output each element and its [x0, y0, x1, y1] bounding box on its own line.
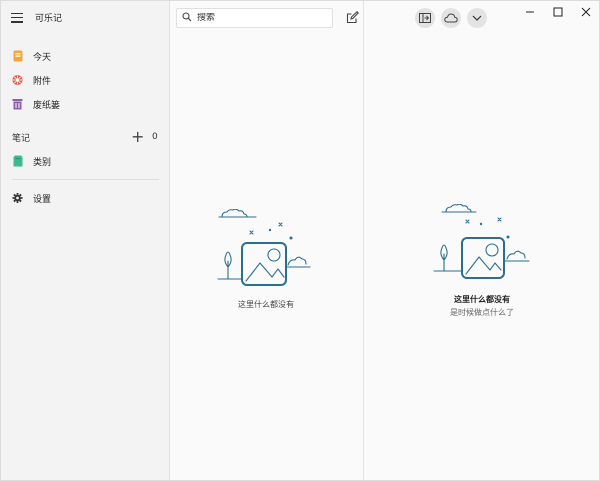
empty-illustration	[433, 204, 530, 279]
cloud-icon	[444, 13, 458, 23]
sidebar-item-label: 废纸篓	[33, 100, 61, 111]
sidebar-item-category[interactable]: 类别	[1, 149, 169, 173]
panel-toggle-button[interactable]	[415, 8, 435, 28]
empty-state: 这里什么都没有 是时候做点什么了	[430, 204, 534, 318]
notes-count: 0	[152, 132, 158, 142]
empty-state-title: 这里什么都没有	[238, 300, 294, 309]
sidebar-item-attachments[interactable]: 附件	[1, 68, 169, 92]
sidebar-item-label: 设置	[33, 194, 52, 205]
sidebar-panel-icon	[419, 13, 431, 23]
empty-state: 这里什么都没有	[216, 209, 316, 310]
sidebar-item-settings[interactable]: 设置	[1, 186, 169, 210]
note-list-pane: 这里什么都没有	[170, 1, 364, 480]
tag-icon	[12, 155, 23, 167]
empty-state-title: 这里什么都没有	[454, 295, 510, 304]
empty-illustration	[217, 209, 311, 286]
close-icon	[581, 7, 591, 17]
sidebar-item-label: 附件	[33, 76, 52, 87]
empty-state-subtitle: 是时候做点什么了	[450, 308, 514, 317]
sidebar-item-trash[interactable]: 废纸篓	[1, 92, 169, 116]
menu-icon[interactable]	[11, 12, 23, 23]
sidebar-nav: 今天 附件 废纸篓	[1, 44, 169, 116]
minimize-icon	[526, 11, 534, 13]
app-title: 可乐记	[35, 14, 63, 24]
minimize-button[interactable]	[517, 4, 543, 20]
attachment-icon	[12, 74, 23, 86]
notes-section-header: 笔记 + 0	[1, 125, 169, 149]
search-icon	[182, 11, 192, 25]
maximize-button[interactable]	[545, 4, 571, 20]
trash-icon	[12, 98, 23, 110]
sidebar-item-today[interactable]: 今天	[1, 44, 169, 68]
sidebar-item-label: 类别	[33, 157, 52, 168]
notes-section-label: 笔记	[12, 133, 31, 144]
sidebar-titlebar: 可乐记	[1, 1, 169, 34]
calendar-today-icon	[12, 50, 23, 62]
app-window: 可乐记 今天 附件 废纸篓 笔记 + 0 类别 设置 搜索 这里什么都没有 这里…	[0, 0, 600, 481]
note-detail-pane: 这里什么都没有 是时候做点什么了	[364, 1, 599, 480]
search-box[interactable]	[176, 8, 333, 28]
gear-icon	[12, 192, 23, 204]
sidebar: 可乐记 今天 附件 废纸篓 笔记 + 0 类别 设置	[1, 1, 170, 480]
add-notebook-icon[interactable]: +	[131, 129, 144, 145]
sync-button[interactable]	[441, 8, 461, 28]
sidebar-item-label: 今天	[33, 52, 52, 63]
more-options-button[interactable]	[467, 8, 487, 28]
maximize-icon	[553, 7, 563, 17]
search-input[interactable]	[197, 13, 317, 23]
chevron-down-icon	[472, 15, 482, 21]
new-note-icon[interactable]	[346, 11, 359, 24]
close-button[interactable]	[573, 4, 599, 20]
sidebar-divider	[12, 179, 159, 180]
